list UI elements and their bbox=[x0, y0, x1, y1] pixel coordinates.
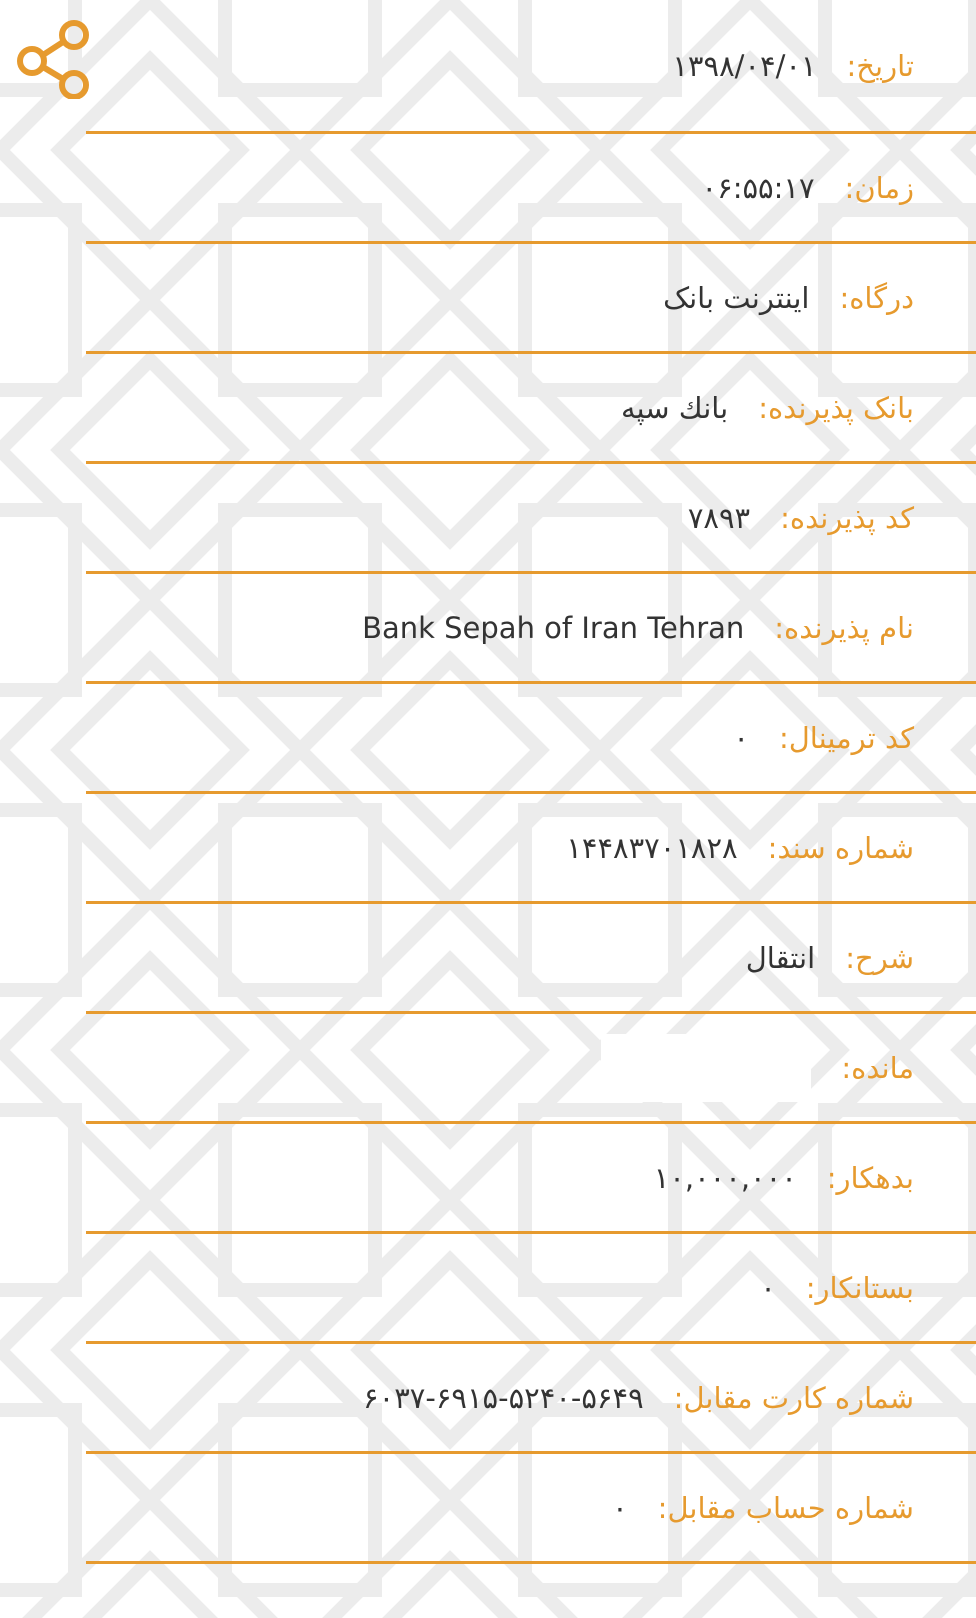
date-label: تاریخ: bbox=[846, 48, 914, 83]
row-document-number: شماره سند: ۱۴۴۸۳۷۰۱۸۲۸ bbox=[86, 794, 976, 904]
terminal-code-label: کد ترمینال: bbox=[778, 720, 914, 755]
transaction-details-screen: تاریخ: ۱۳۹۸/۰۴/۰۱ زمان: ۰۶:۵۵:۱۷ درگاه: … bbox=[0, 0, 976, 1618]
row-time: زمان: ۰۶:۵۵:۱۷ bbox=[86, 134, 976, 244]
acceptor-bank-value: بانك سپه bbox=[620, 390, 729, 425]
counterpart-account-label: شماره حساب مقابل: bbox=[657, 1490, 914, 1525]
time-label: زمان: bbox=[844, 170, 914, 205]
row-debit: بدهکار: ۱۰,۰۰۰,۰۰۰ bbox=[86, 1124, 976, 1234]
row-date: تاریخ: ۱۳۹۸/۰۴/۰۱ bbox=[86, 0, 976, 134]
date-value: ۱۳۹۸/۰۴/۰۱ bbox=[672, 48, 817, 83]
row-acceptor-code: کد پذیرنده: ۷۸۹۳ bbox=[86, 464, 976, 574]
acceptor-name-value: Bank Sepah of Iran Tehran bbox=[362, 610, 745, 645]
time-value: ۰۶:۵۵:۱۷ bbox=[701, 170, 815, 205]
acceptor-bank-label: بانک پذیرنده: bbox=[758, 390, 914, 425]
row-terminal-code: کد ترمینال: ۰ bbox=[86, 684, 976, 794]
counterpart-account-value: ۰ bbox=[612, 1490, 628, 1525]
row-counterpart-card: شماره کارت مقابل: ۶۰۳۷-۶۹۱۵-۵۲۴۰-۵۶۴۹ bbox=[86, 1344, 976, 1454]
terminal-code-value: ۰ bbox=[733, 720, 749, 755]
row-counterpart-account: شماره حساب مقابل: ۰ bbox=[86, 1454, 976, 1564]
description-label: شرح: bbox=[845, 940, 914, 975]
debit-value: ۱۰,۰۰۰,۰۰۰ bbox=[653, 1160, 797, 1195]
row-balance: مانده: bbox=[86, 1014, 976, 1124]
document-number-value: ۱۴۴۸۳۷۰۱۸۲۸ bbox=[566, 830, 738, 865]
acceptor-code-label: کد پذیرنده: bbox=[780, 500, 914, 535]
debit-label: بدهکار: bbox=[826, 1160, 914, 1195]
row-credit: بستانکار: ۰ bbox=[86, 1234, 976, 1344]
share-icon bbox=[17, 20, 89, 99]
share-button[interactable] bbox=[14, 18, 94, 100]
row-acceptor-name: نام پذیرنده: Bank Sepah of Iran Tehran bbox=[86, 574, 976, 684]
counterpart-card-value: ۶۰۳۷-۶۹۱۵-۵۲۴۰-۵۶۴۹ bbox=[363, 1380, 644, 1415]
details-list: تاریخ: ۱۳۹۸/۰۴/۰۱ زمان: ۰۶:۵۵:۱۷ درگاه: … bbox=[86, 0, 976, 1564]
counterpart-card-label: شماره کارت مقابل: bbox=[673, 1380, 914, 1415]
document-number-label: شماره سند: bbox=[767, 830, 914, 865]
credit-label: بستانکار: bbox=[805, 1270, 914, 1305]
row-acceptor-bank: بانک پذیرنده: بانك سپه bbox=[86, 354, 976, 464]
row-gateway: درگاه: اینترنت بانک bbox=[86, 244, 976, 354]
credit-value: ۰ bbox=[760, 1270, 776, 1305]
balance-label: مانده: bbox=[841, 1050, 914, 1085]
row-description: شرح: انتقال bbox=[86, 904, 976, 1014]
description-value: انتقال bbox=[745, 940, 816, 975]
acceptor-name-label: نام پذیرنده: bbox=[774, 610, 914, 645]
balance-value-redacted bbox=[601, 1033, 812, 1102]
gateway-label: درگاه: bbox=[839, 280, 914, 315]
acceptor-code-value: ۷۸۹۳ bbox=[687, 500, 751, 535]
gateway-value: اینترنت بانک bbox=[663, 280, 810, 315]
